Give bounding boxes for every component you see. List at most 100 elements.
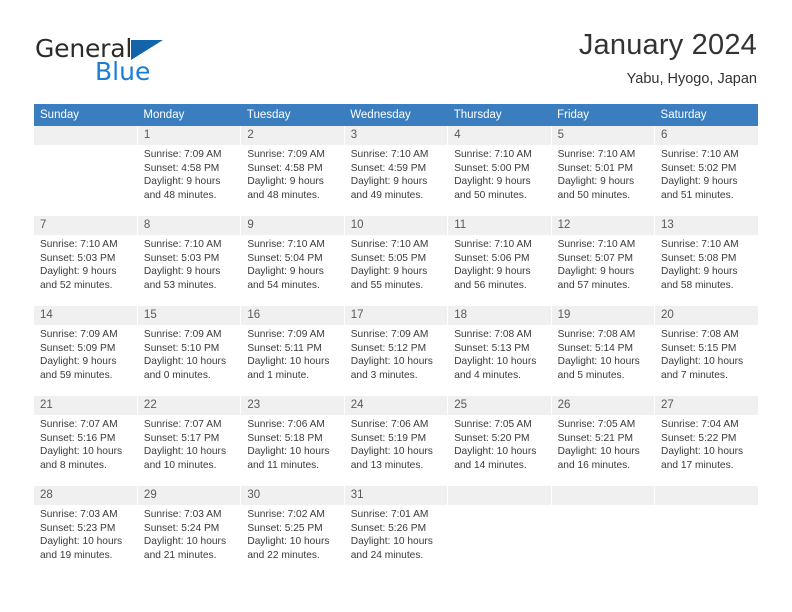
day-number: 10 (344, 216, 448, 235)
calendar-day-cell[interactable]: 1 Sunrise: 7:09 AM Sunset: 4:58 PM Daylight… (137, 126, 242, 216)
calendar-day-cell[interactable]: 10 Sunrise: 7:10 AM Sunset: 5:05 PM Dayligh… (344, 216, 449, 306)
sunrise-text: Sunrise: 7:10 AM (661, 149, 739, 160)
sunset-text: Sunset: 5:05 PM (350, 252, 427, 264)
sunset-text: Sunset: 5:16 PM (40, 432, 116, 444)
calendar-day-cell[interactable]: 2 Sunrise: 7:09 AM Sunset: 4:58 PM Daylight… (240, 126, 345, 216)
day-cell-inner: 27 Sunrise: 7:04 AM Sunset: 5:22 PM Dayligh… (655, 396, 758, 486)
daylight-text-line1: Daylight: 9 hours (350, 176, 428, 188)
day-cell-inner (448, 486, 551, 576)
sun-info: Sunrise: 7:06 AM Sunset: 5:19 PM Daylight:… (345, 415, 447, 472)
calendar-day-cell[interactable]: 22 Sunrise: 7:07 AM Sunset: 5:17 PM Dayligh… (137, 396, 242, 486)
day-number: 14 (34, 306, 137, 325)
daylight-text-line2: and 50 minutes. (454, 189, 527, 201)
day-cell-inner: 5 Sunrise: 7:10 AM Sunset: 5:01 PM Daylight… (551, 126, 655, 216)
daylight-text-line2: and 4 minutes. (454, 369, 522, 381)
page-title: January 2024 (578, 29, 757, 61)
day-cell-inner: 18 Sunrise: 7:08 AM Sunset: 5:13 PM Dayligh… (448, 306, 551, 396)
calendar-day-cell[interactable]: 25 Sunrise: 7:05 AM Sunset: 5:20 PM Dayligh… (447, 396, 552, 486)
sunrise-text: Sunrise: 7:06 AM (350, 419, 429, 430)
sunset-text: Sunset: 5:19 PM (350, 432, 427, 444)
sun-info: Sunrise: 7:10 AM Sunset: 5:01 PM Daylight:… (552, 145, 654, 202)
day-cell-inner: 25 Sunrise: 7:05 AM Sunset: 5:20 PM Dayligh… (448, 396, 551, 486)
calendar-day-cell[interactable]: 13 Sunrise: 7:10 AM Sunset: 5:08 PM Dayligh… (654, 216, 758, 306)
calendar-week-row: 21 Sunrise: 7:07 AM Sunset: 5:16 PM Dayligh… (34, 396, 758, 486)
sunrise-text: Sunrise: 7:08 AM (661, 329, 739, 340)
calendar-day-cell[interactable]: 15 Sunrise: 7:09 AM Sunset: 5:10 PM Dayligh… (137, 306, 242, 396)
daylight-text-line2: and 49 minutes. (350, 189, 424, 201)
day-cell-inner: 23 Sunrise: 7:06 AM Sunset: 5:18 PM Dayligh… (241, 396, 344, 486)
day-cell-inner: 15 Sunrise: 7:09 AM Sunset: 5:10 PM Dayligh… (137, 306, 241, 396)
calendar-day-cell[interactable]: 20 Sunrise: 7:08 AM Sunset: 5:15 PM Dayligh… (654, 306, 758, 396)
daylight-text-line1: Daylight: 9 hours (40, 356, 117, 368)
day-cell-inner: 20 Sunrise: 7:08 AM Sunset: 5:15 PM Dayligh… (655, 306, 758, 396)
calendar-day-cell[interactable]: 24 Sunrise: 7:06 AM Sunset: 5:19 PM Dayligh… (344, 396, 449, 486)
calendar-day-cell[interactable]: 5 Sunrise: 7:10 AM Sunset: 5:01 PM Daylight… (551, 126, 656, 216)
calendar-day-cell[interactable]: 27 Sunrise: 7:04 AM Sunset: 5:22 PM Dayligh… (654, 396, 758, 486)
daylight-text-line1: Daylight: 10 hours (350, 536, 433, 548)
page-header: General Blue January 2024 Yabu, Hyogo, J… (35, 28, 757, 98)
daylight-text-line1: Daylight: 9 hours (40, 266, 117, 278)
calendar-day-cell[interactable]: 16 Sunrise: 7:09 AM Sunset: 5:11 PM Dayligh… (240, 306, 345, 396)
calendar-day-cell[interactable]: 12 Sunrise: 7:10 AM Sunset: 5:07 PM Dayligh… (551, 216, 656, 306)
calendar-day-cell[interactable]: 21 Sunrise: 7:07 AM Sunset: 5:16 PM Dayligh… (34, 396, 138, 486)
sunset-text: Sunset: 5:11 PM (247, 342, 322, 354)
calendar-day-cell[interactable]: 6 Sunrise: 7:10 AM Sunset: 5:02 PM Daylight… (654, 126, 758, 216)
daylight-text-line1: Daylight: 10 hours (661, 356, 744, 368)
calendar-day-cell[interactable]: 17 Sunrise: 7:09 AM Sunset: 5:12 PM Dayligh… (344, 306, 449, 396)
day-number: 13 (655, 216, 758, 235)
sun-info: Sunrise: 7:02 AM Sunset: 5:25 PM Daylight:… (241, 505, 343, 562)
calendar-day-cell[interactable]: 29 Sunrise: 7:03 AM Sunset: 5:24 PM Dayligh… (137, 486, 242, 576)
day-cell-inner: 13 Sunrise: 7:10 AM Sunset: 5:08 PM Dayligh… (655, 216, 758, 306)
day-cell-inner: 12 Sunrise: 7:10 AM Sunset: 5:07 PM Dayligh… (551, 216, 655, 306)
sun-info: Sunrise: 7:08 AM Sunset: 5:13 PM Daylight:… (448, 325, 550, 382)
calendar-day-cell (654, 486, 758, 576)
day-number: 31 (344, 486, 448, 505)
daylight-text-line2: and 16 minutes. (557, 459, 631, 471)
sunrise-text: Sunrise: 7:07 AM (40, 419, 118, 430)
calendar-day-cell[interactable]: 4 Sunrise: 7:10 AM Sunset: 5:00 PM Daylight… (447, 126, 552, 216)
day-number: 8 (137, 216, 241, 235)
calendar-day-cell[interactable]: 18 Sunrise: 7:08 AM Sunset: 5:13 PM Dayligh… (447, 306, 552, 396)
sun-info: Sunrise: 7:10 AM Sunset: 5:05 PM Daylight:… (345, 235, 447, 292)
general-blue-logo[interactable]: General Blue (35, 34, 215, 90)
calendar-day-cell[interactable]: 14 Sunrise: 7:09 AM Sunset: 5:09 PM Dayligh… (34, 306, 138, 396)
daylight-text-line2: and 57 minutes. (557, 279, 631, 291)
calendar-day-cell[interactable]: 11 Sunrise: 7:10 AM Sunset: 5:06 PM Dayligh… (447, 216, 552, 306)
calendar-day-cell[interactable]: 28 Sunrise: 7:03 AM Sunset: 5:23 PM Dayligh… (34, 486, 138, 576)
calendar-day-cell (34, 126, 138, 216)
calendar-day-cell[interactable]: 26 Sunrise: 7:05 AM Sunset: 5:21 PM Dayligh… (551, 396, 656, 486)
day-number: 25 (448, 396, 551, 415)
sunrise-text: Sunrise: 7:02 AM (247, 509, 325, 520)
calendar-day-cell[interactable]: 30 Sunrise: 7:02 AM Sunset: 5:25 PM Dayligh… (240, 486, 345, 576)
sun-info: Sunrise: 7:10 AM Sunset: 5:03 PM Daylight:… (138, 235, 240, 292)
day-number: 18 (448, 306, 551, 325)
page-subtitle: Yabu, Hyogo, Japan (626, 71, 757, 87)
sunrise-text: Sunrise: 7:10 AM (350, 239, 429, 250)
daylight-text-line2: and 11 minutes. (247, 459, 320, 471)
weekday-header-wednesday: Wednesday (344, 104, 448, 126)
calendar-week-row: 7 Sunrise: 7:10 AM Sunset: 5:03 PM Daylight… (34, 216, 758, 306)
sunset-text: Sunset: 5:17 PM (143, 432, 220, 444)
daylight-text-line2: and 22 minutes. (247, 549, 320, 561)
calendar-day-cell[interactable]: 8 Sunrise: 7:10 AM Sunset: 5:03 PM Daylight… (137, 216, 242, 306)
calendar-day-cell[interactable]: 3 Sunrise: 7:10 AM Sunset: 4:59 PM Daylight… (344, 126, 449, 216)
calendar-day-cell[interactable]: 19 Sunrise: 7:08 AM Sunset: 5:14 PM Dayligh… (551, 306, 656, 396)
calendar-day-cell[interactable]: 31 Sunrise: 7:01 AM Sunset: 5:26 PM Dayligh… (344, 486, 449, 576)
day-cell-inner: 3 Sunrise: 7:10 AM Sunset: 4:59 PM Daylight… (344, 126, 448, 216)
day-number: 30 (241, 486, 344, 505)
sunset-text: Sunset: 5:02 PM (661, 162, 737, 174)
weekday-header-friday: Friday (551, 104, 655, 126)
daylight-text-line2: and 17 minutes. (661, 459, 734, 471)
daylight-text-line2: and 1 minute. (247, 369, 310, 381)
daylight-text-line1: Daylight: 10 hours (143, 446, 227, 458)
daylight-text-line2: and 3 minutes. (350, 369, 418, 381)
sunset-text: Sunset: 5:13 PM (454, 342, 530, 354)
calendar-day-cell[interactable]: 7 Sunrise: 7:10 AM Sunset: 5:03 PM Daylight… (34, 216, 138, 306)
calendar-day-cell[interactable]: 9 Sunrise: 7:10 AM Sunset: 5:04 PM Daylight… (240, 216, 345, 306)
calendar-day-cell[interactable]: 23 Sunrise: 7:06 AM Sunset: 5:18 PM Dayligh… (240, 396, 345, 486)
daylight-text-line2: and 5 minutes. (557, 369, 625, 381)
sunset-text: Sunset: 5:08 PM (661, 252, 737, 264)
sunset-text: Sunset: 5:04 PM (247, 252, 323, 264)
daylight-text-line1: Daylight: 9 hours (350, 266, 428, 278)
day-cell-inner: 7 Sunrise: 7:10 AM Sunset: 5:03 PM Daylight… (34, 216, 137, 306)
